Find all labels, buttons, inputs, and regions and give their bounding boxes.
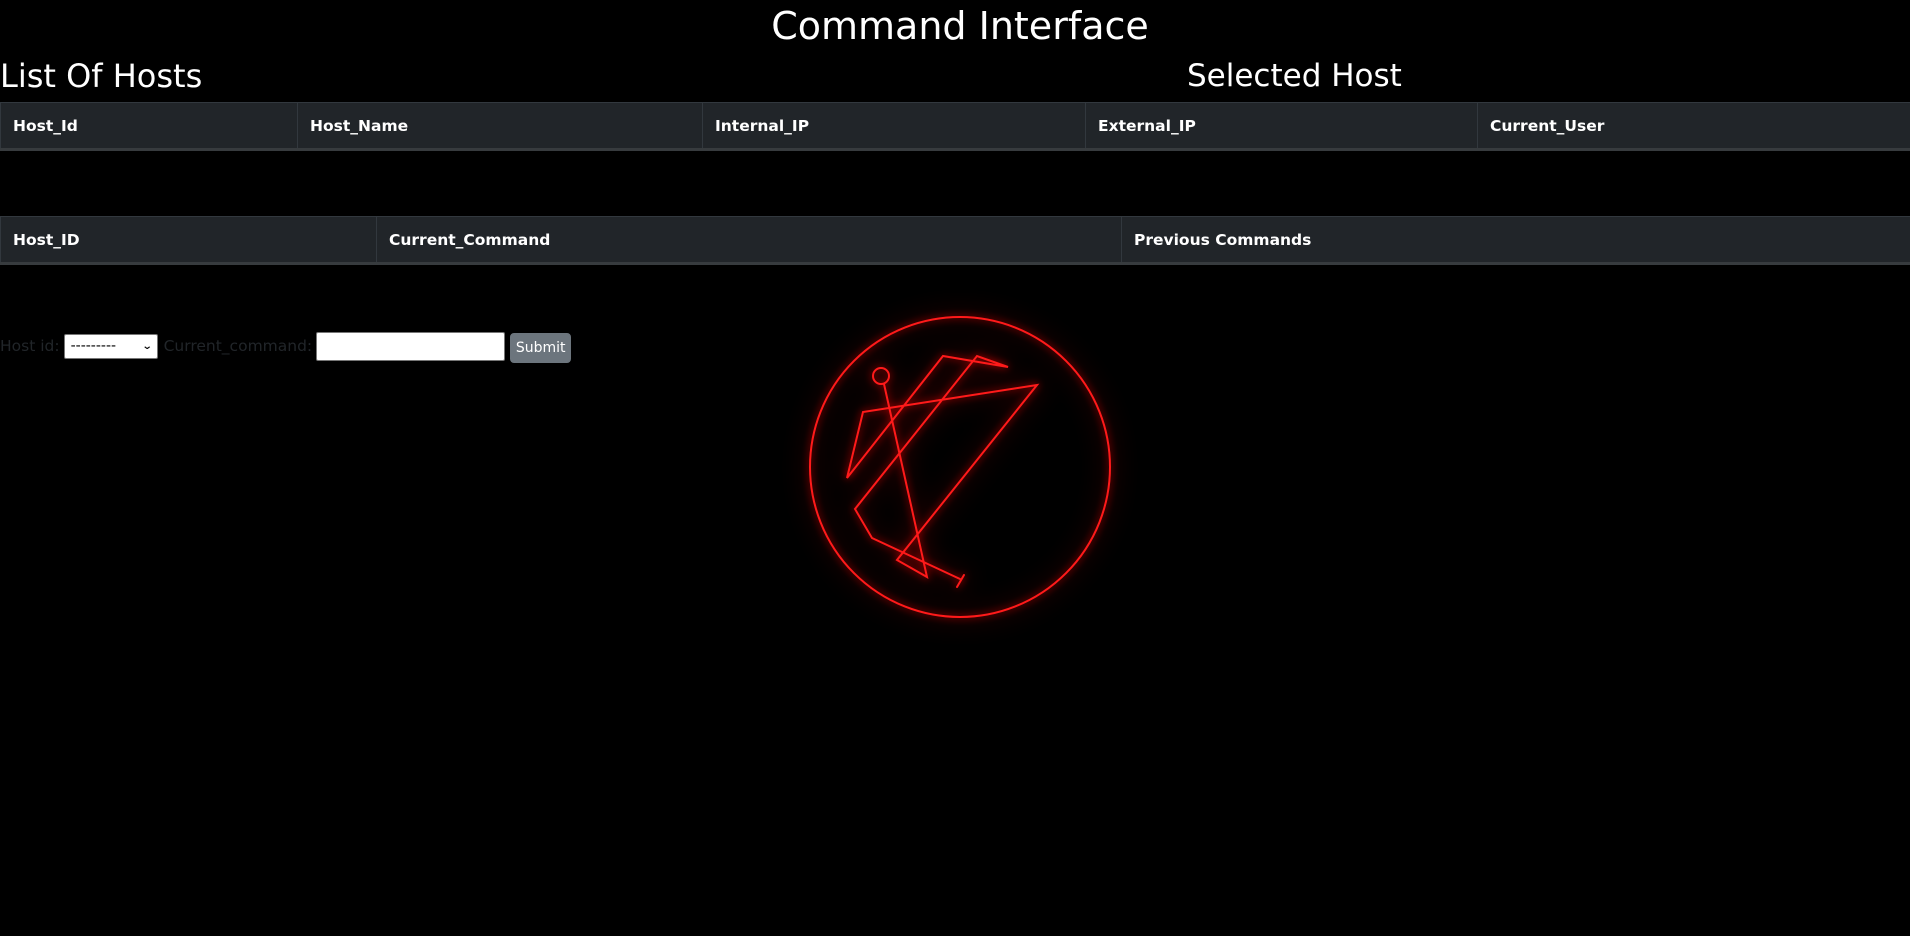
hosts-table-header-row: Host_Id Host_Name Internal_IP External_I…	[0, 102, 1910, 151]
host-id-label: Host id:	[0, 337, 60, 355]
commands-table-header-row: Host_ID Current_Command Previous Command…	[0, 216, 1910, 265]
commands-table: Host_ID Current_Command Previous Command…	[0, 216, 1910, 265]
selected-host-heading: Selected Host	[1187, 58, 1402, 94]
column-header-current-user: Current_User	[1477, 102, 1910, 151]
sigil-end-bar	[956, 574, 965, 588]
list-of-hosts-heading: List Of Hosts	[0, 57, 203, 95]
current-command-input[interactable]	[316, 331, 506, 361]
column-header-external-ip: External_IP	[1085, 102, 1478, 151]
current-command-label: Current_command:	[163, 337, 313, 355]
column-header-host-id: Host_ID	[0, 216, 377, 265]
column-header-internal-ip: Internal_IP	[702, 102, 1086, 151]
hosts-table: Host_Id Host_Name Internal_IP External_I…	[0, 102, 1910, 151]
column-header-previous-commands: Previous Commands	[1121, 216, 1910, 265]
command-form: Host id: --------- ⌄ Current_command: Su…	[0, 330, 572, 363]
sigil-small-circle	[872, 367, 890, 385]
host-id-selected-value: ---------	[70, 338, 117, 354]
host-id-select[interactable]: --------- ⌄	[63, 333, 158, 359]
column-header-host-id: Host_Id	[0, 102, 298, 151]
sigil-path	[846, 354, 1040, 580]
sigil-icon	[809, 316, 1111, 618]
column-header-current-command: Current_Command	[376, 216, 1122, 265]
column-header-host-name: Host_Name	[297, 102, 703, 151]
chevron-down-icon: ⌄	[141, 340, 153, 352]
command-interface-page: Command Interface List Of Hosts Selected…	[0, 0, 1910, 936]
submit-button[interactable]: Submit	[510, 332, 572, 363]
page-title: Command Interface	[771, 4, 1149, 48]
